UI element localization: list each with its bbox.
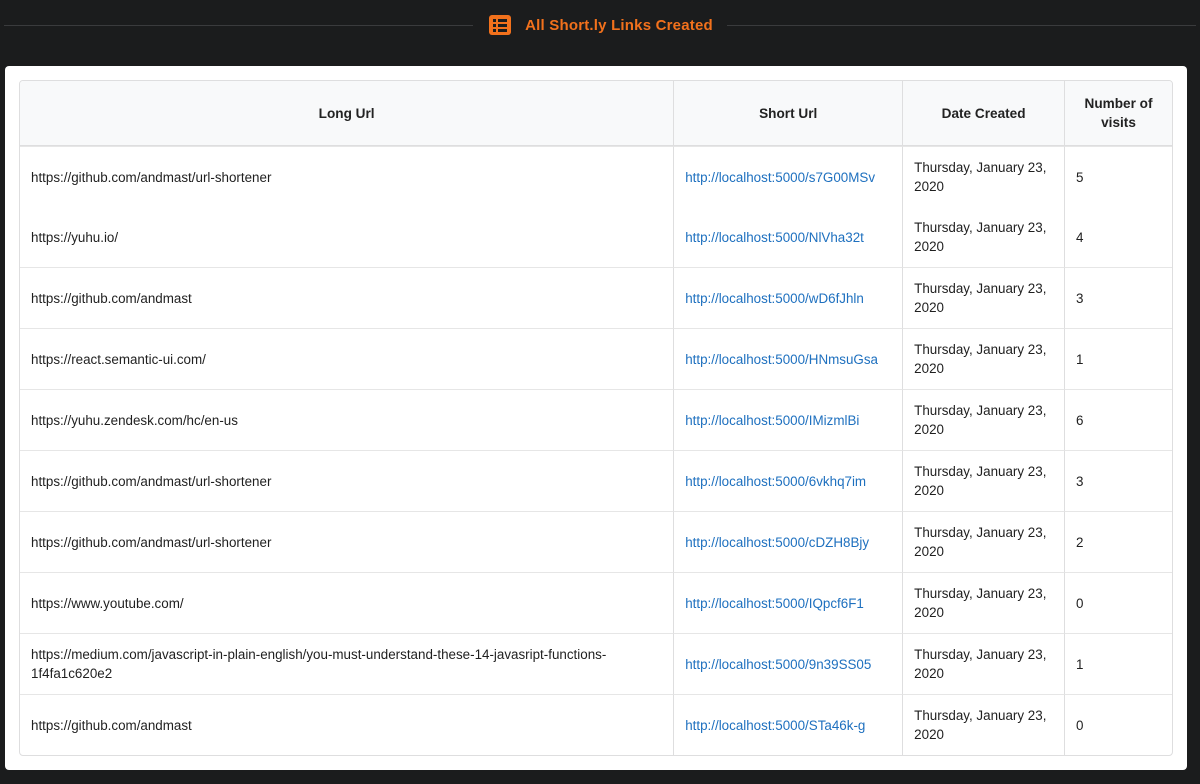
- date-created-cell: Thursday, January 23, 2020: [902, 633, 1065, 694]
- column-header-date-created[interactable]: Date Created: [902, 81, 1065, 146]
- header-divider-left: [4, 24, 474, 26]
- long-url-cell: https://medium.com/javascript-in-plain-e…: [20, 633, 674, 694]
- short-url-cell: http://localhost:5000/HNmsuGsa: [673, 328, 903, 389]
- long-url-cell: https://yuhu.zendesk.com/hc/en-us: [20, 389, 674, 450]
- visits-cell: 0: [1064, 694, 1172, 755]
- short-url-cell: http://localhost:5000/wD6fJhln: [673, 267, 903, 328]
- table-row: https://github.com/andmast/url-shortener…: [20, 450, 1172, 511]
- table-row: https://www.youtube.com/http://localhost…: [20, 572, 1172, 633]
- short-url-cell: http://localhost:5000/9n39SS05: [673, 633, 903, 694]
- column-header-short-url[interactable]: Short Url: [673, 81, 903, 146]
- list-icon: [489, 15, 512, 35]
- table-row: https://react.semantic-ui.com/http://loc…: [20, 328, 1172, 389]
- long-url-cell: https://github.com/andmast: [20, 694, 674, 755]
- links-card: Long Url Short Url Date Created Number o…: [5, 66, 1187, 770]
- table-row: https://github.com/andmast/url-shortener…: [20, 146, 1172, 207]
- long-url-cell: https://www.youtube.com/: [20, 572, 674, 633]
- visits-cell: 1: [1064, 633, 1172, 694]
- short-url-cell: http://localhost:5000/cDZH8Bjy: [673, 511, 903, 572]
- short-url-cell: http://localhost:5000/STa46k-g: [673, 694, 903, 755]
- short-url-link[interactable]: http://localhost:5000/cDZH8Bjy: [685, 535, 869, 550]
- long-url-cell: https://github.com/andmast/url-shortener: [20, 450, 674, 511]
- long-url-cell: https://github.com/andmast/url-shortener: [20, 511, 674, 572]
- table-row: https://github.com/andmast http://localho…: [20, 694, 1172, 755]
- visits-cell: 2: [1064, 511, 1172, 572]
- table-header-row: Long Url Short Url Date Created Number o…: [20, 81, 1172, 146]
- table-row: https://medium.com/javascript-in-plain-e…: [20, 633, 1172, 694]
- date-created-cell: Thursday, January 23, 2020: [902, 267, 1065, 328]
- short-url-link[interactable]: http://localhost:5000/9n39SS05: [685, 657, 871, 672]
- visits-cell: 0: [1064, 572, 1172, 633]
- short-url-link[interactable]: http://localhost:5000/wD6fJhln: [685, 291, 864, 306]
- short-url-link[interactable]: http://localhost:5000/HNmsuGsa: [685, 352, 878, 367]
- date-created-cell: Thursday, January 23, 2020: [902, 572, 1065, 633]
- short-url-link[interactable]: http://localhost:5000/s7G00MSv: [685, 170, 875, 185]
- page-title: All Short.ly Links Created: [525, 16, 713, 34]
- links-table: Long Url Short Url Date Created Number o…: [19, 80, 1173, 756]
- visits-cell: 3: [1064, 450, 1172, 511]
- long-url-cell: https://react.semantic-ui.com/: [20, 328, 674, 389]
- date-created-cell: Thursday, January 23, 2020: [902, 694, 1065, 755]
- header-title-group: All Short.ly Links Created: [489, 15, 713, 35]
- date-created-cell: Thursday, January 23, 2020: [902, 450, 1065, 511]
- visits-cell: 4: [1064, 207, 1172, 267]
- short-url-link[interactable]: http://localhost:5000/6vkhq7im: [685, 474, 866, 489]
- visits-cell: 1: [1064, 328, 1172, 389]
- short-url-link[interactable]: http://localhost:5000/NlVha32t: [685, 230, 864, 245]
- header-divider-right: [726, 24, 1196, 26]
- date-created-cell: Thursday, January 23, 2020: [902, 207, 1064, 267]
- short-url-cell: http://localhost:5000/IQpcf6F1: [673, 572, 903, 633]
- page-header: All Short.ly Links Created: [0, 8, 1200, 42]
- column-header-long-url[interactable]: Long Url: [20, 81, 674, 146]
- short-url-cell: http://localhost:5000/6vkhq7im: [673, 450, 903, 511]
- date-created-cell: Thursday, January 23, 2020: [902, 389, 1065, 450]
- short-url-cell: http://localhost:5000/NlVha32t: [673, 207, 902, 267]
- visits-cell: 3: [1064, 267, 1172, 328]
- date-created-cell: Thursday, January 23, 2020: [902, 146, 1065, 207]
- short-url-link[interactable]: http://localhost:5000/IQpcf6F1: [685, 596, 864, 611]
- visits-cell: 5: [1064, 146, 1172, 207]
- short-url-cell: http://localhost:5000/IMizmlBi: [673, 389, 903, 450]
- short-url-cell: http://localhost:5000/s7G00MSv: [673, 146, 903, 207]
- table-row: https://github.com/andmast/url-shortener…: [20, 511, 1172, 572]
- short-url-link[interactable]: http://localhost:5000/IMizmlBi: [685, 413, 859, 428]
- column-header-visits[interactable]: Number of visits: [1064, 81, 1172, 146]
- table-row: https://yuhu.zendesk.com/hc/en-us http://…: [20, 389, 1172, 450]
- long-url-cell: https://github.com/andmast: [20, 267, 674, 328]
- long-url-cell: https://yuhu.io/: [31, 229, 119, 245]
- table-row: https://yuhu.io/http://localhost:5000/Nl…: [20, 207, 1172, 267]
- date-created-cell: Thursday, January 23, 2020: [902, 511, 1065, 572]
- table-row: https://github.com/andmast http://localho…: [20, 267, 1172, 328]
- long-url-cell: https://github.com/andmast/url-shortener: [20, 146, 674, 207]
- visits-cell: 6: [1064, 389, 1172, 450]
- date-created-cell: Thursday, January 23, 2020: [902, 328, 1065, 389]
- short-url-link[interactable]: http://localhost:5000/STa46k-g: [685, 718, 865, 733]
